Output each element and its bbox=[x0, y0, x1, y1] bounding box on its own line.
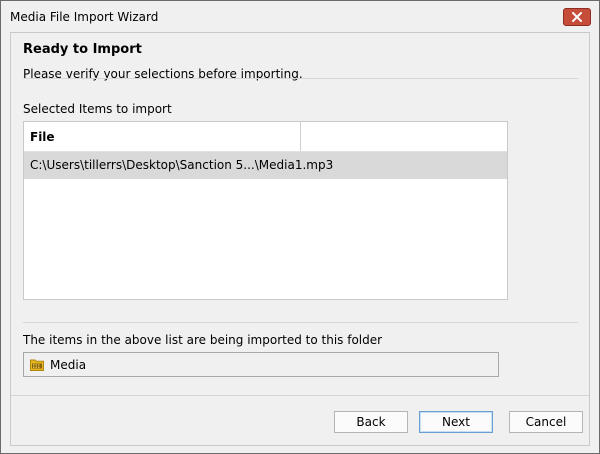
footer-divider bbox=[11, 395, 589, 396]
header-divider bbox=[23, 78, 578, 79]
wizard-page: Ready to Import Please verify your selec… bbox=[10, 32, 590, 446]
selected-items-list[interactable]: File C:\Users\tillerrs\Desktop\Sanction … bbox=[23, 121, 508, 300]
section-divider bbox=[23, 322, 578, 323]
cancel-button[interactable]: Cancel bbox=[509, 411, 583, 433]
list-header: File bbox=[24, 122, 507, 152]
column-header-file-label: File bbox=[30, 130, 55, 144]
destination-label: The items in the above list are being im… bbox=[23, 333, 383, 347]
back-button[interactable]: Back bbox=[334, 411, 408, 433]
close-button[interactable] bbox=[563, 8, 591, 26]
title-bar: Media File Import Wizard bbox=[1, 1, 599, 33]
selected-items-label: Selected Items to import bbox=[23, 102, 172, 116]
page-title: Ready to Import bbox=[23, 42, 142, 57]
destination-folder-field: Media bbox=[23, 352, 499, 377]
list-item[interactable]: C:\Users\tillerrs\Desktop\Sanction 5...\… bbox=[24, 152, 507, 179]
destination-folder-name: Media bbox=[50, 358, 87, 372]
column-header-blank[interactable] bbox=[301, 122, 507, 151]
window-title: Media File Import Wizard bbox=[10, 10, 159, 24]
column-header-file[interactable]: File bbox=[24, 122, 301, 151]
wizard-window: Media File Import Wizard Ready to Import… bbox=[0, 0, 600, 454]
media-folder-icon bbox=[30, 359, 44, 371]
list-item-file-path: C:\Users\tillerrs\Desktop\Sanction 5...\… bbox=[30, 158, 334, 172]
next-button[interactable]: Next bbox=[419, 411, 493, 433]
close-icon bbox=[572, 12, 582, 22]
